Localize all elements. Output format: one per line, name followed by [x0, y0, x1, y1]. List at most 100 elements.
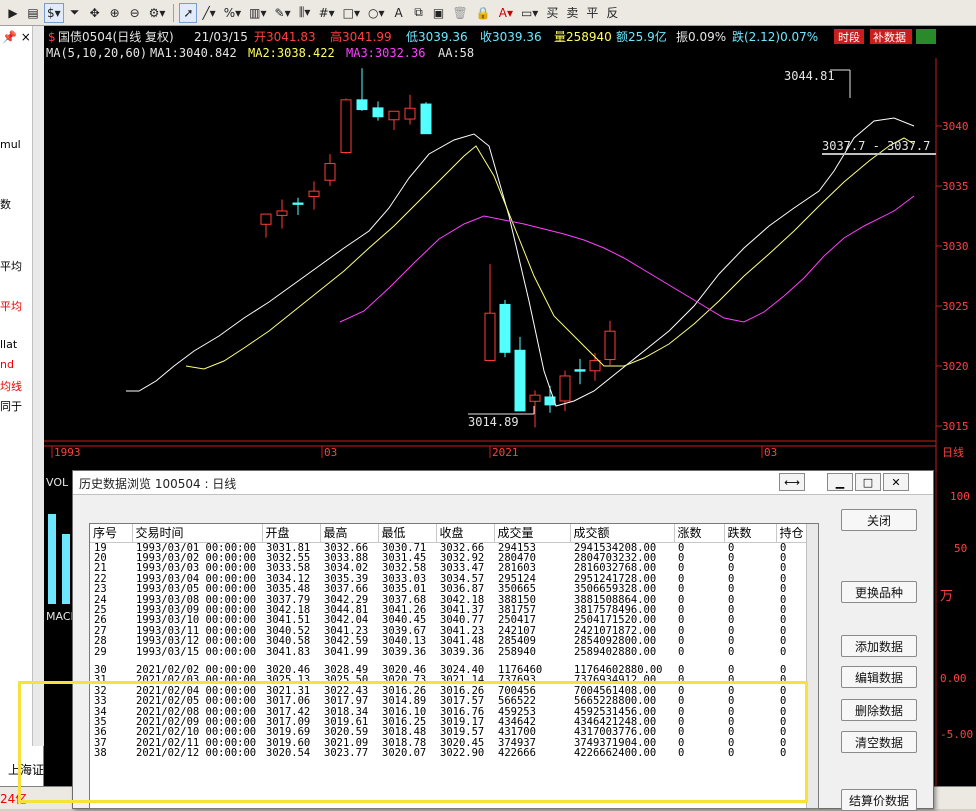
circle-icon[interactable]: ○▾: [365, 3, 388, 23]
table-cell: 295124: [498, 573, 536, 585]
table-cell: 3022.43: [324, 685, 369, 697]
bars-icon[interactable]: ⫼▾: [296, 3, 314, 23]
reverse-button[interactable]: 反: [603, 3, 621, 23]
cursor-icon[interactable]: ➚: [179, 2, 198, 23]
col-header[interactable]: 收盘: [436, 524, 495, 543]
candle-body: [356, 99, 368, 111]
table-row[interactable]: 26 1993/03/10 00:00:00 3041.51 3042.04 3040.…: [90, 615, 806, 625]
table-cell: 0: [728, 646, 735, 657]
table-row[interactable]: 32 2021/02/04 00:00:00 3021.31 3022.43 3016.…: [90, 686, 806, 696]
table-row[interactable]: 36 2021/02/10 00:00:00 3019.69 3020.59 3018.…: [90, 727, 806, 737]
sell-button[interactable]: 卖: [563, 3, 581, 23]
table-row[interactable]: 23 1993/03/05 00:00:00 3035.48 3037.66 3035.…: [90, 584, 806, 594]
left-scrollbar[interactable]: [32, 26, 44, 746]
play-icon[interactable]: ▶: [4, 3, 22, 23]
kline-chart[interactable]: $ 国债0504(日线 复权) 21/03/15 开3041.83 高3041.…: [44, 26, 976, 474]
col-header[interactable]: 最低: [378, 524, 437, 543]
trash-icon[interactable]: 🗑: [450, 3, 471, 23]
col-header[interactable]: 序号: [90, 524, 133, 543]
change-symbol-button[interactable]: 更换品种: [841, 581, 917, 603]
text-box-icon[interactable]: ▣: [430, 3, 448, 23]
zoom-in-icon[interactable]: ⊕: [106, 3, 124, 23]
grid-icon[interactable]: #▾: [316, 3, 338, 23]
col-header[interactable]: 交易时间: [132, 524, 263, 543]
table-cell: 0: [780, 696, 787, 707]
minimize-icon[interactable]: ▁: [827, 473, 853, 491]
table-row[interactable]: 35 2021/02/09 00:00:00 3017.09 3019.61 3016.…: [90, 717, 806, 727]
flat-button[interactable]: 平: [583, 3, 601, 23]
table-cell: 0: [780, 573, 787, 585]
col-header[interactable]: 持仓: [776, 524, 807, 543]
table-row[interactable]: 25 1993/03/09 00:00:00 3042.18 3044.81 3041.…: [90, 605, 806, 615]
close-icon[interactable]: ✕: [883, 473, 909, 491]
add-data-button[interactable]: 添加数据: [841, 635, 917, 657]
close-button[interactable]: 关闭: [841, 509, 917, 531]
maximize-icon[interactable]: □: [855, 473, 881, 491]
delete-data-button[interactable]: 删除数据: [841, 699, 917, 721]
table-row[interactable]: 30 2021/02/02 00:00:00 3020.46 3028.49 3020.…: [90, 665, 806, 675]
zoom-out-icon[interactable]: ⊖: [126, 3, 144, 23]
table-cell: 3019.17: [440, 717, 485, 728]
candle-body: [404, 107, 416, 120]
y-tick-label: 3030: [942, 240, 969, 253]
col-header[interactable]: 成交额: [570, 524, 675, 543]
table-row[interactable]: 21 1993/03/03 00:00:00 3033.58 3034.02 3032.…: [90, 563, 806, 573]
table-row[interactable]: 28 1993/03/12 00:00:00 3040.58 3042.59 3040.…: [90, 636, 806, 646]
gear-icon[interactable]: ⚙▾: [146, 3, 169, 23]
table-row[interactable]: 22 1993/03/04 00:00:00 3034.12 3035.39 3033.…: [90, 574, 806, 584]
table-row[interactable]: 29 1993/03/15 00:00:00 3041.83 3041.99 3039.…: [90, 647, 806, 657]
macd-tick: -5.00: [940, 728, 973, 741]
table-row[interactable]: 27 1993/03/11 00:00:00 3040.52 3041.23 3039.…: [90, 626, 806, 636]
table-row[interactable]: 24 1993/03/08 00:00:00 3037.79 3042.29 3037.…: [90, 595, 806, 605]
document-icon[interactable]: ▤: [24, 3, 42, 23]
screen-icon[interactable]: [916, 29, 936, 44]
funnel-icon[interactable]: ⏷: [66, 3, 84, 23]
buy-button[interactable]: 买: [543, 3, 561, 23]
data-grid[interactable]: 序号 交易时间 开盘 最高 最低 收盘 成交量 成交额 涨数 跌数 持仓 19 1…: [89, 523, 819, 809]
pen-icon[interactable]: ✎▾: [272, 3, 294, 23]
col-header[interactable]: 成交量: [494, 524, 571, 543]
table-cell: 1993/03/10 00:00:00: [136, 615, 257, 626]
edit-data-button[interactable]: 编辑数据: [841, 666, 917, 688]
save-icon[interactable]: ▭▾: [518, 3, 541, 23]
table-cell: 0: [678, 584, 685, 595]
swap-icon[interactable]: ⟷: [779, 473, 805, 491]
candle-body: [372, 107, 384, 118]
pin-icon[interactable]: 📌 ×: [2, 30, 31, 44]
move-icon[interactable]: ✥: [86, 3, 104, 23]
col-header[interactable]: 跌数: [724, 524, 777, 543]
col-header[interactable]: 最高: [320, 524, 379, 543]
line-icon[interactable]: ╱▾: [199, 3, 218, 23]
dialog-titlebar[interactable]: 历史数据浏览 100504 : 日线 ⟷ ▁ □ ✕: [73, 471, 933, 495]
table-cell: 3033.03: [382, 573, 427, 585]
table-row[interactable]: 33 2021/02/05 00:00:00 3017.06 3017.97 3014.…: [90, 696, 806, 706]
table-cell: 3040.77: [440, 615, 485, 626]
left-panel: 📌 × mul 数 平均 平均 llat nd 均线 同于: [0, 26, 44, 786]
text-icon[interactable]: A: [390, 3, 408, 23]
settle-data-button[interactable]: 结算价数据: [841, 789, 917, 811]
percent-icon[interactable]: %▾: [221, 3, 244, 23]
square-icon[interactable]: □▾: [340, 3, 363, 23]
table-row[interactable]: 34 2021/02/08 00:00:00 3017.42 3018.34 3016.…: [90, 707, 806, 717]
grid-scrollbar[interactable]: [806, 524, 818, 808]
table-row[interactable]: 20 1993/03/02 00:00:00 3032.55 3033.88 3031.…: [90, 553, 806, 563]
dollar-icon[interactable]: $▾: [44, 2, 64, 23]
clear-data-button[interactable]: 清空数据: [841, 731, 917, 753]
table-cell: 0: [728, 573, 735, 585]
low-annotation: 3014.89: [468, 415, 519, 429]
copy-icon[interactable]: ⧉: [410, 3, 428, 23]
table-row[interactable]: 19 1993/03/01 00:00:00 3031.81 3032.66 3030.…: [90, 542, 806, 553]
table-cell: 2021/02/08 00:00:00: [136, 706, 257, 717]
table-cell: 3506659328.00: [574, 584, 657, 595]
font-color-icon[interactable]: A▾: [496, 3, 516, 23]
exchange-label[interactable]: 芝加哥: [940, 761, 976, 778]
lock-icon[interactable]: 🔒: [473, 3, 494, 23]
broker-label[interactable]: 上海证券: [8, 761, 56, 778]
col-header[interactable]: 涨数: [674, 524, 725, 543]
ruler-icon[interactable]: ▥▾: [246, 3, 269, 23]
table-row[interactable]: 38 2021/02/12 00:00:00 3020.54 3023.77 3020.…: [90, 748, 806, 758]
table-cell: 3019.61: [324, 717, 369, 728]
table-row[interactable]: 37 2021/02/11 00:00:00 3019.60 3021.09 3018.…: [90, 738, 806, 748]
col-header[interactable]: 开盘: [262, 524, 321, 543]
table-row[interactable]: 31 2021/02/03 00:00:00 3025.13 3025.50 3020.…: [90, 675, 806, 685]
